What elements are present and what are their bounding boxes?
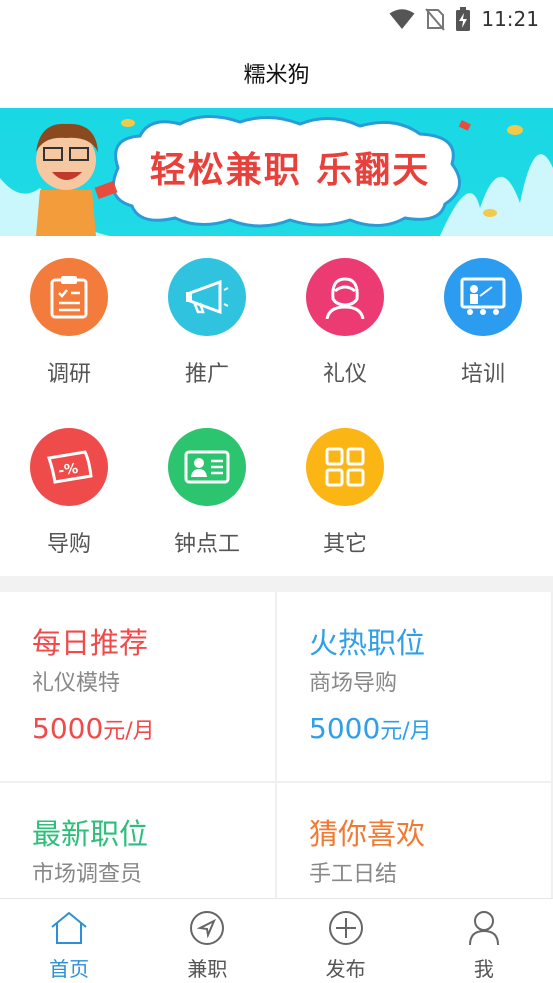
- category-etiquette[interactable]: 礼仪: [276, 236, 414, 406]
- user-icon: [465, 909, 503, 947]
- card-salary: 5000元/月: [32, 712, 275, 750]
- category-other[interactable]: 其它: [276, 406, 414, 576]
- battery-charging-icon: [456, 7, 471, 31]
- card-title: 猜你喜欢: [309, 817, 426, 851]
- card-newest-jobs[interactable]: 最新职位 市场调查员: [0, 783, 275, 898]
- card-subtitle: 市场调查员: [32, 862, 143, 887]
- category-label: 礼仪: [322, 362, 367, 387]
- card-subtitle: 礼仪模特: [32, 671, 121, 696]
- card-salary: 5000元/月: [309, 712, 551, 750]
- nav-label: 首页: [49, 957, 90, 981]
- add-circle-icon: [327, 909, 365, 947]
- category-hourly-worker[interactable]: 钟点工: [138, 406, 276, 576]
- salary-unit: 元/月: [380, 719, 432, 744]
- category-label: 导购: [46, 532, 91, 557]
- home-icon: [50, 909, 88, 947]
- category-shopping-guide[interactable]: -% 导购: [0, 406, 138, 576]
- banner-slogan: 轻松兼职 乐翻天: [149, 150, 431, 191]
- job-cards: 每日推荐 礼仪模特 5000元/月 火热职位 商场导购 5000元/月 最新职位…: [0, 592, 553, 898]
- bottom-nav: 首页 兼职 发布 我: [0, 898, 553, 983]
- coupon-icon: -%: [30, 428, 108, 506]
- nav-label: 兼职: [187, 957, 228, 981]
- card-hot-jobs[interactable]: 火热职位 商场导购 5000元/月: [277, 592, 551, 781]
- nav-me[interactable]: 我: [415, 899, 553, 983]
- card-daily-recommend[interactable]: 每日推荐 礼仪模特 5000元/月: [0, 592, 275, 781]
- category-label: 培训: [460, 362, 505, 387]
- salary-unit: 元/月: [103, 719, 155, 744]
- presentation-icon: [444, 258, 522, 336]
- id-card-icon: [168, 428, 246, 506]
- category-label: 推广: [184, 362, 229, 387]
- category-label: 钟点工: [173, 532, 240, 557]
- nav-label: 我: [473, 957, 494, 981]
- status-time: 11:21: [481, 7, 539, 31]
- page-title: 糯米狗: [243, 63, 310, 88]
- salary-amount: 5000: [309, 712, 381, 745]
- card-subtitle: 商场导购: [309, 671, 398, 696]
- card-title: 火热职位: [309, 626, 426, 660]
- card-guess-you-like[interactable]: 猜你喜欢 手工日结: [277, 783, 551, 898]
- nav-part-time[interactable]: 兼职: [138, 899, 276, 983]
- status-bar: 11:21: [0, 0, 553, 38]
- no-sim-icon: [425, 8, 446, 31]
- card-subtitle: 手工日结: [309, 862, 398, 887]
- wifi-icon: [389, 9, 415, 29]
- card-title: 每日推荐: [32, 626, 149, 660]
- svg-text:-%: -%: [57, 461, 79, 480]
- category-promotion[interactable]: 推广: [138, 236, 276, 406]
- nav-publish[interactable]: 发布: [277, 899, 415, 983]
- section-divider: [0, 576, 553, 592]
- promo-banner[interactable]: 轻松兼职 乐翻天: [0, 108, 553, 236]
- grid-icon: [306, 428, 384, 506]
- nav-home[interactable]: 首页: [0, 899, 138, 983]
- category-label: 调研: [46, 362, 91, 387]
- category-survey[interactable]: 调研: [0, 236, 138, 406]
- category-training[interactable]: 培训: [414, 236, 552, 406]
- card-title: 最新职位: [32, 817, 149, 851]
- compass-icon: [188, 909, 226, 947]
- status-icons: 11:21: [389, 6, 539, 32]
- salary-amount: 5000: [32, 712, 104, 745]
- hostess-icon: [306, 258, 384, 336]
- category-grid: 调研 推广 礼仪 培训 -% 导购 钟点工 其它: [0, 236, 553, 576]
- category-label: 其它: [322, 532, 367, 557]
- app-header: 糯米狗: [0, 38, 553, 108]
- nav-label: 发布: [325, 957, 366, 981]
- megaphone-icon: [168, 258, 246, 336]
- clipboard-icon: [30, 258, 108, 336]
